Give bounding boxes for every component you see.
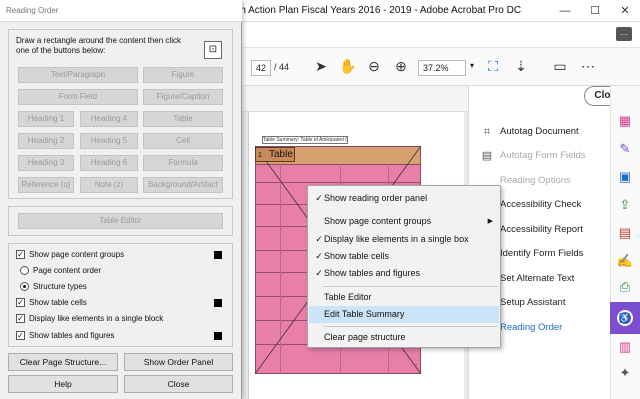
show-order-panel-button[interactable]: Show Order Panel (124, 353, 233, 371)
heading-3-button[interactable]: Heading 3 (18, 155, 74, 171)
table-tag-number: 1 (258, 152, 262, 159)
comment-tool-icon[interactable]: ✍ (616, 252, 634, 270)
export-pdf-icon[interactable]: ⇪ (616, 196, 634, 214)
accessibility-tool-button[interactable]: ♿ (610, 302, 640, 334)
tables-figures-color-swatch[interactable] (214, 332, 222, 340)
table-summary-strip: Table Summary: Table of Anticipated Outp… (262, 136, 348, 144)
close-window-button[interactable]: ✕ (610, 0, 640, 22)
show-table-cells-checkbox[interactable]: ✓ (16, 298, 25, 307)
menu-show-tables-figures[interactable]: ✓ Show tables and figures (309, 265, 499, 282)
show-tables-figures-checkbox[interactable]: ✓ (16, 331, 25, 340)
heading-4-button[interactable]: Heading 4 (80, 111, 138, 127)
reading-order-titlebar[interactable]: Reading Order (0, 0, 242, 22)
zoom-level-field[interactable]: 37.2% (418, 60, 466, 76)
fit-page-icon[interactable]: ⛶ (484, 57, 502, 75)
page-content-groups-color-swatch[interactable] (214, 251, 222, 259)
zoom-out-icon[interactable]: ⊖ (365, 57, 383, 75)
submenu-arrow-icon: ▶ (487, 218, 493, 225)
minimize-button[interactable]: — (550, 0, 580, 22)
customize-tools-icon[interactable]: ✦ (616, 364, 634, 382)
figure-button[interactable]: Figure (143, 67, 223, 83)
menu-clear-page-structure[interactable]: Clear page structure (309, 329, 499, 346)
hand-tool-icon[interactable]: ✋ (339, 57, 357, 75)
heading-5-button[interactable]: Heading 5 (80, 133, 138, 149)
autotag-icon: ⌗ (483, 126, 491, 138)
maximize-button[interactable]: ☐ (580, 0, 610, 22)
cell-button[interactable]: Cell (143, 133, 223, 149)
form-icon: ▤ (481, 150, 493, 162)
reading-order-panel: Reading Order Draw a rectangle around th… (0, 0, 242, 399)
background-artifact-button[interactable]: Background/Artifact (143, 177, 223, 193)
display-like-elements-checkbox[interactable]: ✓ (16, 314, 25, 323)
more-tools-icon[interactable]: ⋯ (579, 57, 597, 75)
form-field-button[interactable]: Form Field (18, 89, 138, 105)
measure-icon[interactable]: ▥ (616, 338, 634, 356)
create-pdf-icon[interactable]: ▤ (616, 224, 634, 242)
menu-show-reading-order-panel[interactable]: ✓ Show reading order panel (309, 190, 499, 207)
note-button[interactable]: Note (z) (80, 177, 138, 193)
comments-icon[interactable]: … (616, 27, 632, 41)
text-paragraph-button[interactable]: Text/Paragraph (18, 67, 138, 83)
table-tag-text: Table (269, 149, 293, 160)
menu-show-table-cells[interactable]: ✓ Show table cells (309, 248, 499, 265)
table-button[interactable]: Table (143, 111, 223, 127)
page-content-order-radio[interactable] (20, 266, 29, 275)
fill-sign-icon[interactable]: ✎ (616, 140, 634, 158)
menu-display-like-elements[interactable]: ✓ Display like elements in a single box (309, 231, 499, 248)
zoom-dropdown-chevron-icon[interactable]: ▾ (470, 61, 474, 70)
table-tag-label[interactable]: 1 Table (255, 147, 295, 162)
heading-1-button[interactable]: Heading 1 (18, 111, 74, 127)
select-pointer-icon[interactable]: ➤ (312, 57, 330, 75)
page-total: / 44 (274, 62, 290, 72)
show-page-content-groups-checkbox[interactable]: ✓ (16, 250, 25, 259)
accessibility-icon: ♿ (617, 310, 633, 326)
page-number-input[interactable]: 42 (251, 60, 271, 76)
structure-pick-button[interactable]: ⊡ (204, 41, 222, 59)
table-editor-button[interactable]: Table Editor (18, 213, 223, 229)
figure-caption-button[interactable]: Figure/Caption (143, 89, 223, 105)
menu-separator (323, 286, 498, 287)
help-button[interactable]: Help (8, 375, 118, 393)
reading-order-title: Reading Order (6, 6, 59, 15)
structure-types-radio[interactable] (20, 282, 29, 291)
clear-page-structure-button[interactable]: Clear Page Structure... (8, 353, 118, 371)
organize-pages-icon[interactable]: ▦ (616, 112, 634, 130)
menu-edit-table-summary[interactable]: Edit Table Summary (309, 306, 499, 323)
page-text-mark: " (414, 363, 417, 372)
document-header-strip (242, 86, 468, 112)
acrobat-window: rch Action Plan Fiscal Years 2016 - 2019… (0, 0, 640, 399)
window-title: rch Action Plan Fiscal Years 2016 - 2019… (232, 5, 522, 16)
reading-order-instructions: Draw a rectangle around the content then… (16, 36, 181, 55)
formula-button[interactable]: Formula (143, 155, 223, 171)
edit-pdf-icon[interactable]: ▣ (616, 168, 634, 186)
comment-icon[interactable]: ▭ (551, 57, 569, 75)
scroll-mode-icon[interactable]: ⇣ (512, 57, 530, 75)
reference-button[interactable]: Reference (q) (18, 177, 74, 193)
menu-separator (323, 326, 498, 327)
close-panel-button[interactable]: Close (124, 375, 233, 393)
menu-table-editor[interactable]: Table Editor (309, 289, 499, 306)
menu-show-page-content-groups[interactable]: Show page content groups ▶ (309, 213, 499, 230)
context-menu: ✓ Show reading order panel Show page con… (307, 185, 501, 348)
print-production-icon[interactable]: ⎙ (616, 278, 634, 296)
heading-6-button[interactable]: Heading 6 (80, 155, 138, 171)
zoom-in-icon[interactable]: ⊕ (392, 57, 410, 75)
table-cells-color-swatch[interactable] (214, 299, 222, 307)
heading-2-button[interactable]: Heading 2 (18, 133, 74, 149)
